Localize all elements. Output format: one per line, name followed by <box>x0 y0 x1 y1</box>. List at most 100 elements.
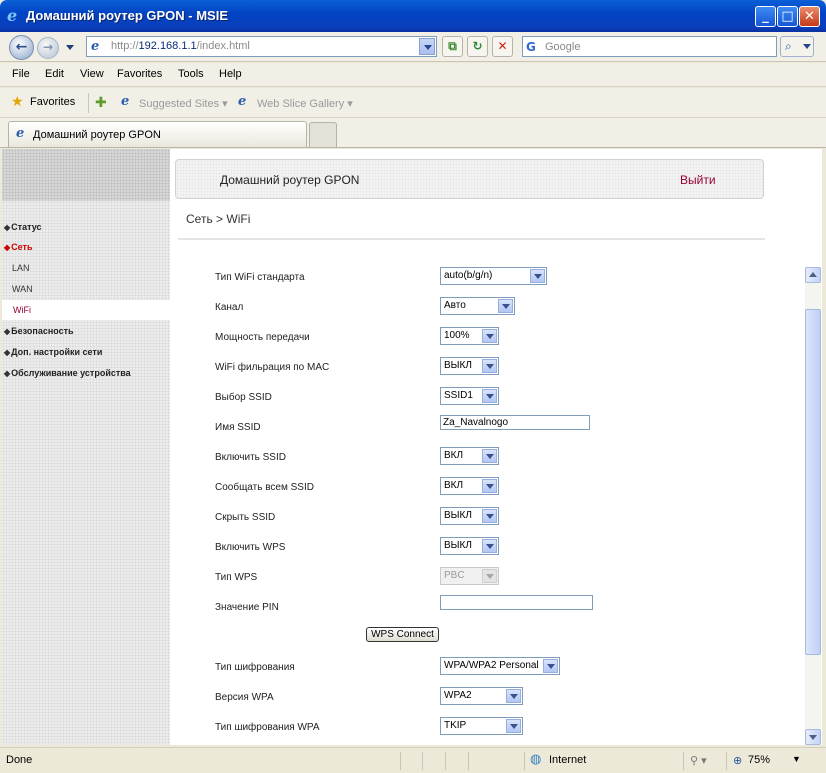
toolbar-divider <box>88 93 89 113</box>
back-button[interactable]: ← <box>9 35 34 60</box>
breadcrumb: Сеть > WiFi <box>186 212 251 226</box>
sidebar-item-maintenance[interactable]: ◆Обслуживание устройства <box>4 368 131 378</box>
input-ssid-name[interactable]: Za_Navalnogo <box>440 415 590 430</box>
select-wpa-version[interactable]: WPA2 <box>440 687 523 705</box>
select-ssid-enable[interactable]: ВКЛ <box>440 447 499 465</box>
menu-bar: File Edit View Favorites Tools Help <box>0 63 826 87</box>
web-slice-gallery-link[interactable]: Web Slice Gallery ▾ <box>257 97 353 110</box>
window-title: Домашний роутер GPON - MSIE <box>26 8 229 23</box>
zoom-dropdown-icon[interactable]: ▼ <box>792 754 801 764</box>
page-icon: e <box>91 39 100 54</box>
sidebar-item-network[interactable]: ◆Сеть <box>4 242 32 252</box>
recent-pages-dropdown-icon[interactable] <box>66 45 74 50</box>
page-content: ◆Статус ◆Сеть LAN WAN WiFi ◆Безопасность… <box>2 149 822 745</box>
zoom-icon[interactable]: ⊕ <box>733 754 742 767</box>
suggested-sites-link[interactable]: Suggested Sites ▾ <box>139 97 228 110</box>
stop-icon[interactable]: ✕ <box>492 36 513 57</box>
sidebar <box>2 201 170 745</box>
sidebar-item-advanced[interactable]: ◆Доп. настройки сети <box>4 347 102 357</box>
label-tx-power: Мощность передачи <box>215 332 310 343</box>
label-wifi-standard: Тип WiFi стандарта <box>215 272 305 283</box>
label-ssid-enable: Включить SSID <box>215 452 286 463</box>
label-broadcast-ssid: Сообщать всем SSID <box>215 482 314 493</box>
tab-label: Домашний роутер GPON <box>33 129 161 141</box>
status-bar: Done ◍ Internet ⚲ ▾ ⊕ 75% ▼ <box>0 747 826 773</box>
google-logo-icon: G <box>526 40 536 54</box>
select-wpa-cipher[interactable]: TKIP <box>440 717 523 735</box>
compatibility-view-icon[interactable]: ⧉ <box>442 36 463 57</box>
menu-tools[interactable]: Tools <box>178 68 204 80</box>
favorites-button[interactable]: Favorites <box>30 96 75 108</box>
address-url[interactable]: http://192.168.1.1/index.html <box>111 40 250 52</box>
menu-favorites[interactable]: Favorites <box>117 68 162 80</box>
label-encryption: Тип шифрования <box>215 662 295 673</box>
sidebar-subitem-wan[interactable]: WAN <box>12 284 33 294</box>
router-title: Домашний роутер GPON <box>220 173 360 187</box>
new-tab-button[interactable] <box>309 122 337 147</box>
status-divider <box>726 752 727 770</box>
address-dropdown-button[interactable] <box>419 38 435 55</box>
tab-page-icon: e <box>16 126 25 141</box>
sidebar-header <box>2 149 170 201</box>
sidebar-item-status[interactable]: ◆Статус <box>4 222 42 232</box>
sidebar-item-security[interactable]: ◆Безопасность <box>4 326 74 336</box>
status-zone: Internet <box>549 754 587 766</box>
divider <box>178 238 765 240</box>
select-hide-ssid[interactable]: ВЫКЛ <box>440 507 499 525</box>
vertical-scrollbar[interactable] <box>805 267 821 745</box>
address-bar[interactable]: e http://192.168.1.1/index.html <box>86 36 437 57</box>
select-wps-type: PBC <box>440 567 499 585</box>
protected-mode-icon[interactable]: ⚲ ▾ <box>690 754 707 767</box>
menu-help[interactable]: Help <box>219 68 242 80</box>
window-titlebar: e Домашний роутер GPON - MSIE _ □ ✕ <box>0 0 826 32</box>
select-encryption[interactable]: WPA/WPA2 Personal <box>440 657 560 675</box>
forward-button[interactable]: → <box>37 37 59 59</box>
search-placeholder: Google <box>545 41 581 53</box>
status-divider <box>468 752 469 770</box>
label-wps-enable: Включить WPS <box>215 542 286 553</box>
logout-link[interactable]: Выйти <box>680 173 716 187</box>
close-button[interactable]: ✕ <box>799 6 820 27</box>
label-pin: Значение PIN <box>215 602 279 613</box>
select-wps-enable[interactable]: ВЫКЛ <box>440 537 499 555</box>
search-box[interactable]: G Google <box>522 36 777 57</box>
select-wifi-standard[interactable]: auto(b/g/n) <box>440 267 547 285</box>
select-ssid[interactable]: SSID1 <box>440 387 499 405</box>
select-tx-power[interactable]: 100% <box>440 327 499 345</box>
menu-file[interactable]: File <box>12 68 30 80</box>
web-slice-icon: e <box>238 94 247 109</box>
label-ssid-select: Выбор SSID <box>215 392 272 403</box>
scroll-down-button[interactable] <box>805 729 821 745</box>
maximize-button[interactable]: □ <box>777 6 798 27</box>
minimize-button[interactable]: _ <box>755 6 776 27</box>
add-to-favorites-icon[interactable]: ✚ <box>95 94 107 111</box>
sidebar-subitem-lan[interactable]: LAN <box>12 263 30 273</box>
sidebar-subitem-wifi[interactable]: WiFi <box>2 300 170 320</box>
wps-connect-button[interactable]: WPS Connect <box>366 627 439 642</box>
select-broadcast-ssid[interactable]: ВКЛ <box>440 477 499 495</box>
label-ssid-name: Имя SSID <box>215 422 261 433</box>
label-wpa-version: Версия WPA <box>215 692 274 703</box>
input-pin[interactable] <box>440 595 593 610</box>
label-wps-type: Тип WPS <box>215 572 258 583</box>
menu-view[interactable]: View <box>80 68 104 80</box>
ie-logo-icon: e <box>7 6 18 25</box>
menu-edit[interactable]: Edit <box>45 68 64 80</box>
scrollbar-thumb[interactable] <box>805 309 821 655</box>
label-mac-filter: WiFi фильрация по MAC <box>215 362 330 373</box>
label-wpa-cipher: Тип шифрования WPA <box>215 722 320 733</box>
tab-router[interactable]: e Домашний роутер GPON <box>8 121 307 147</box>
suggested-sites-icon: e <box>121 94 130 109</box>
status-divider <box>683 752 684 770</box>
scroll-up-button[interactable] <box>805 267 821 283</box>
status-divider <box>445 752 446 770</box>
favorites-star-icon[interactable]: ★ <box>11 94 24 108</box>
zoom-level[interactable]: 75% <box>748 754 770 766</box>
select-mac-filter[interactable]: ВЫКЛ <box>440 357 499 375</box>
search-button[interactable]: ⌕ <box>780 36 814 57</box>
router-header: Домашний роутер GPON Выйти <box>175 159 764 199</box>
tab-bar: e Домашний роутер GPON <box>0 118 826 148</box>
chevron-down-icon <box>803 44 811 49</box>
refresh-icon[interactable]: ↻ <box>467 36 488 57</box>
select-channel[interactable]: Авто <box>440 297 515 315</box>
